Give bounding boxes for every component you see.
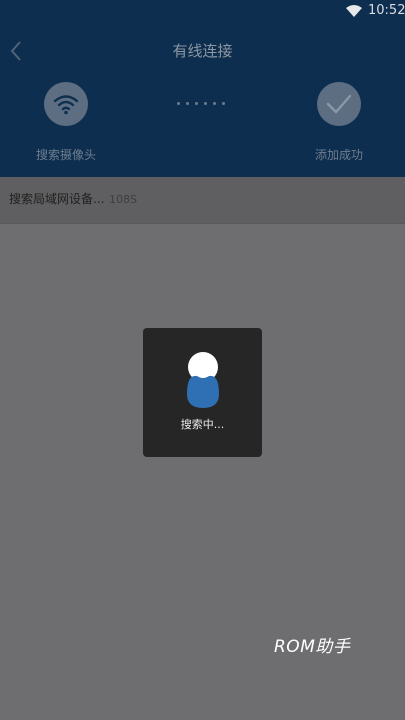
step-label: 搜索摄像头 — [35, 148, 96, 162]
wifi-icon — [346, 5, 362, 17]
step-add-success: 添加成功 — [289, 82, 389, 163]
search-timer: 108S — [109, 193, 137, 206]
watermark-logo: ROM助手 — [274, 637, 351, 657]
status-time: 10:52 — [368, 3, 405, 18]
step-circle — [317, 82, 361, 126]
step-circle — [44, 82, 88, 126]
search-status-row: 搜索局域网设备... 108S — [0, 177, 405, 224]
progress-dots — [177, 102, 229, 108]
wifi-icon — [53, 95, 79, 115]
loading-dialog: 搜索中... — [143, 328, 262, 457]
screen: 10:52 有线连接 搜索摄像头 添加成功 搜索局域网设备... 108S 搜索… — [0, 0, 405, 720]
step-search-camera: 搜索摄像头 — [16, 82, 116, 163]
check-icon — [326, 94, 352, 114]
header: 有线连接 搜索摄像头 添加成功 — [0, 24, 405, 177]
step-label: 添加成功 — [314, 148, 363, 162]
search-status-label: 搜索局域网设备... — [9, 192, 105, 206]
status-bar: 10:52 — [0, 0, 405, 24]
loading-person-icon — [187, 352, 219, 408]
loading-text: 搜索中... — [180, 418, 225, 431]
page-title: 有线连接 — [172, 42, 233, 60]
